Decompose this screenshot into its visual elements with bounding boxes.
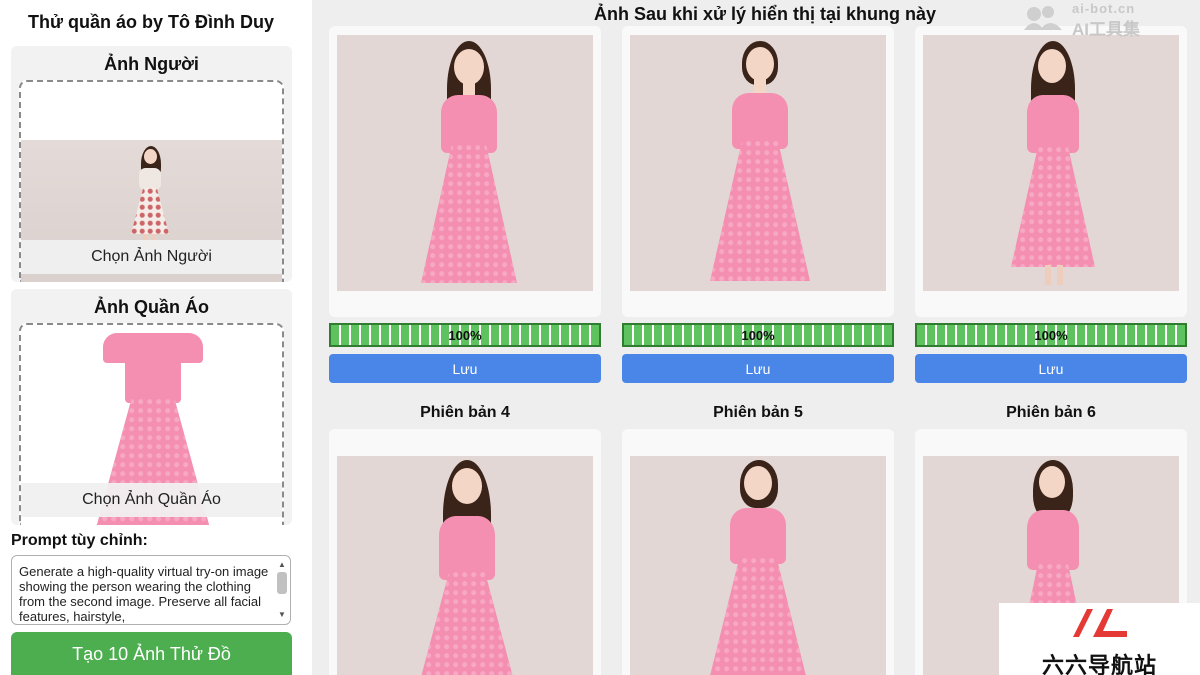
result-card-3 [915,26,1187,317]
brand-text: 六六导航站 [1041,653,1157,675]
person-figure [125,146,175,248]
prompt-text: Generate a high-quality virtual try-on i… [19,564,269,624]
variant-title-6: Phiên bản 6 [1006,404,1096,421]
sidebar: Thử quần áo by Tô Đình Duy Ảnh Người Chọ… [0,0,302,675]
brand-logo-icon [1073,609,1127,637]
brand-overlay: 六六导航站 [999,603,1200,675]
watermark-name: AI工具集 [1072,20,1140,39]
cloth-upload-title: Ảnh Quần Áo [94,297,209,317]
result-card-1 [329,26,601,317]
app-title: Thử quần áo by Tô Đình Duy [27,12,275,32]
progress-bar-2: 100% [622,323,894,347]
watermark-url: ai-bot.cn [1072,1,1136,16]
prompt-scrollbar[interactable]: ▲ ▼ [276,560,288,620]
progress-text-1: 100% [448,328,482,343]
save-button-1[interactable]: Lưu [329,354,601,383]
progress-bar-3: 100% [915,323,1187,347]
scroll-down-icon[interactable]: ▼ [276,610,288,620]
result-card-2 [622,26,894,317]
result-card-5 [622,429,894,675]
result-image-2[interactable] [630,35,886,291]
app-window: Thử quần áo by Tô Đình Duy Ảnh Người Chọ… [0,0,1200,675]
scroll-thumb[interactable] [277,572,287,594]
save-button-2[interactable]: Lưu [622,354,894,383]
progress-bar-1: 100% [329,323,601,347]
watermark: ai-bot.cn AI工具集 [1022,0,1176,39]
result-card-4 [329,429,601,675]
result-image-3[interactable] [923,35,1179,291]
prompt-textarea[interactable]: Generate a high-quality virtual try-on i… [11,555,291,625]
prompt-label: Prompt tùy chỉnh: [11,532,148,549]
save-button-3[interactable]: Lưu [915,354,1187,383]
variant-title-5: Phiên bản 5 [713,404,803,421]
person-drop-zone[interactable]: Chọn Ảnh Người [19,80,284,282]
cloth-upload-card: Ảnh Quần Áo Chọn Ảnh Quần Áo [11,289,292,525]
scroll-up-icon[interactable]: ▲ [276,560,288,570]
result-image-1[interactable] [337,35,593,291]
variant-title-4: Phiên bản 4 [420,404,510,421]
generate-button[interactable]: Tạo 10 Ảnh Thử Đồ [11,632,292,675]
result-image-4[interactable] [337,456,593,675]
choose-cloth-button[interactable]: Chọn Ảnh Quần Áo [21,483,282,517]
progress-text-2: 100% [741,328,775,343]
progress-text-3: 100% [1034,328,1068,343]
cloth-drop-zone[interactable]: Chọn Ảnh Quần Áo [19,323,284,525]
person-upload-title: Ảnh Người [104,54,199,74]
person-upload-card: Ảnh Người Chọn Ảnh Người [11,46,292,282]
choose-person-button[interactable]: Chọn Ảnh Người [21,240,282,274]
result-image-5[interactable] [630,456,886,675]
watermark-logo-icon [1024,6,1062,30]
results-panel: Ảnh Sau khi xử lý hiển thị tại khung này [312,0,1200,675]
